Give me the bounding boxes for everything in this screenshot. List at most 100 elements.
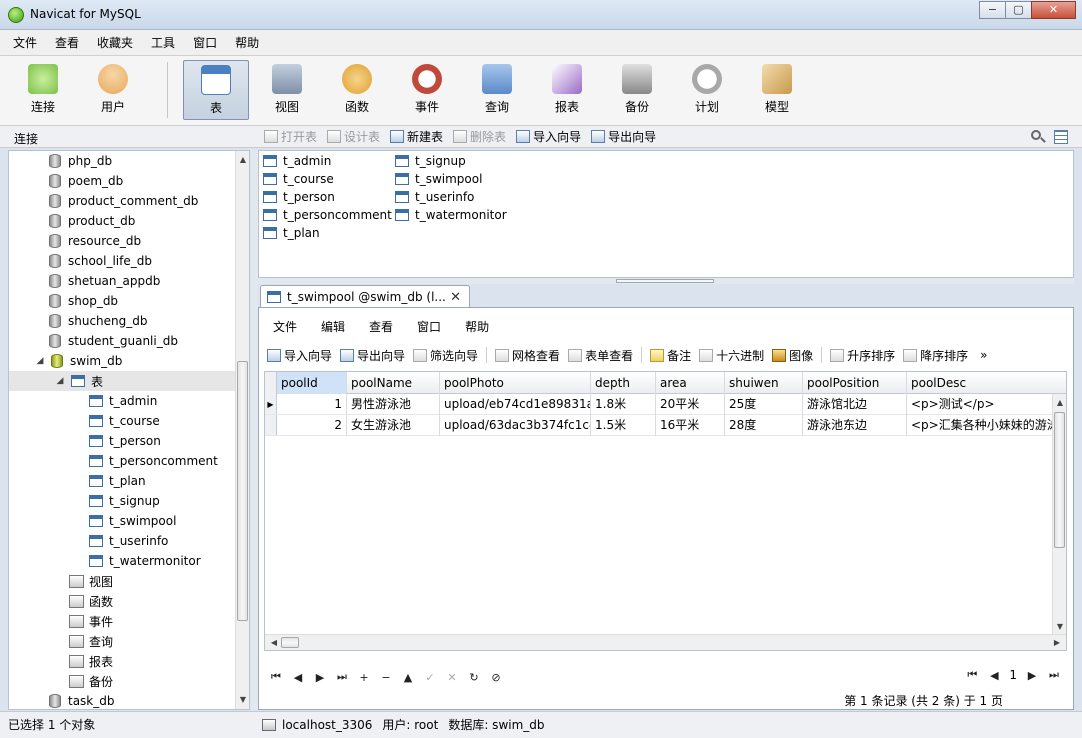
grid-view-icon[interactable] [1054, 130, 1068, 144]
tab-t_swimpool[interactable]: t_swimpool @swim_db (l... ✕ [260, 285, 470, 308]
tree-reports-node[interactable]: 报表 [69, 651, 249, 671]
next-record-button[interactable]: ▶ [309, 671, 331, 684]
memo-button[interactable]: 备注 [650, 347, 691, 364]
editor-menu-help[interactable]: 帮助 [453, 318, 501, 335]
tree-db-poem_db[interactable]: poem_db [49, 171, 249, 191]
cell-depth[interactable]: 1.5米 [591, 415, 656, 436]
tree-table-t_person[interactable]: t_person [89, 431, 249, 451]
editor-menu-edit[interactable]: 编辑 [309, 318, 357, 335]
tree-db-product_db[interactable]: product_db [49, 211, 249, 231]
grid-vertical-thumb[interactable] [1054, 412, 1065, 548]
object-t_person[interactable]: t_person [263, 188, 335, 206]
cell-poolPosition[interactable]: 游泳池东边 [803, 415, 907, 436]
stop-button[interactable]: ⊘ [485, 671, 507, 684]
delete-table-button[interactable]: 删除表 [453, 128, 506, 145]
scroll-up-icon[interactable]: ▲ [236, 153, 249, 167]
tree-db-shop_db[interactable]: shop_db [49, 291, 249, 311]
tree-db-resource_db[interactable]: resource_db [49, 231, 249, 251]
tree-db-shetuan_appdb[interactable]: shetuan_appdb [49, 271, 249, 291]
apply-changes-button[interactable]: ✓ [419, 671, 441, 684]
tree-table-t_plan[interactable]: t_plan [89, 471, 249, 491]
cell-poolId[interactable]: 1 [277, 394, 347, 415]
object-t_course[interactable]: t_course [263, 170, 334, 188]
sort-ascending-button[interactable]: 升序排序 [830, 347, 895, 364]
tree-table-t_swimpool[interactable]: t_swimpool [89, 511, 249, 531]
cell-area[interactable]: 16平米 [656, 415, 725, 436]
import-wizard-button[interactable]: 导入向导 [267, 347, 332, 364]
tree-views-node[interactable]: 视图 [69, 571, 249, 591]
column-header-poolName[interactable]: poolName [347, 372, 440, 394]
image-button[interactable]: 图像 [772, 347, 813, 364]
tree-table-t_watermonitor[interactable]: t_watermonitor [89, 551, 249, 571]
tree-table-t_signup[interactable]: t_signup [89, 491, 249, 511]
report-button[interactable]: 报表 [534, 60, 600, 120]
cell-shuiwen[interactable]: 28度 [725, 415, 803, 436]
maximize-button[interactable]: ▢ [1005, 1, 1032, 19]
backup-button[interactable]: 备份 [604, 60, 670, 120]
column-header-depth[interactable]: depth [591, 372, 656, 394]
menu-help[interactable]: 帮助 [226, 34, 268, 51]
collapse-arrow-icon[interactable]: ◢ [55, 376, 65, 386]
scroll-down-icon[interactable]: ▼ [236, 693, 249, 707]
delete-record-button[interactable]: − [375, 671, 397, 684]
refresh-button[interactable]: ↻ [463, 671, 485, 684]
design-table-button[interactable]: 设计表 [327, 128, 380, 145]
page-number[interactable]: 1 [1005, 668, 1021, 682]
discard-changes-button[interactable]: ✕ [441, 671, 463, 684]
new-table-button[interactable]: 新建表 [390, 128, 443, 145]
minimize-button[interactable]: − [979, 1, 1006, 19]
scroll-up-icon[interactable]: ▲ [1053, 396, 1066, 410]
toolbar-overflow-icon[interactable]: » [980, 348, 987, 362]
tree-scroll-thumb[interactable] [237, 361, 248, 621]
hex-button[interactable]: 十六进制 [699, 347, 764, 364]
tree-events-node[interactable]: 事件 [69, 611, 249, 631]
cell-poolPhoto[interactable]: upload/eb74cd1e89831a [440, 394, 591, 415]
first-record-button[interactable]: ⏮ [265, 670, 287, 684]
import-wizard-button[interactable]: 导入向导 [516, 128, 581, 145]
sort-descending-button[interactable]: 降序排序 [903, 347, 968, 364]
export-wizard-button[interactable]: 导出向导 [340, 347, 405, 364]
view-button[interactable]: 视图 [254, 60, 320, 120]
cell-poolPosition[interactable]: 游泳馆北边 [803, 394, 907, 415]
last-page-button[interactable]: ⏭ [1043, 668, 1065, 682]
object-t_personcomment[interactable]: t_personcomment [263, 206, 392, 224]
menu-view[interactable]: 查看 [46, 34, 88, 51]
edit-record-button[interactable]: ▲ [397, 671, 419, 684]
tree-db-school_life_db[interactable]: school_life_db [49, 251, 249, 271]
cell-depth[interactable]: 1.8米 [591, 394, 656, 415]
close-window-button[interactable]: ✕ [1031, 1, 1076, 19]
next-page-button[interactable]: ▶ [1021, 669, 1043, 682]
grid-horizontal-scrollbar[interactable]: ◀ ▶ [265, 634, 1066, 650]
menu-window[interactable]: 窗口 [184, 34, 226, 51]
previous-record-button[interactable]: ◀ [287, 671, 309, 684]
column-header-poolDesc[interactable]: poolDesc [907, 372, 1052, 394]
splitter-grip[interactable] [616, 279, 714, 283]
cell-poolPhoto[interactable]: upload/63dac3b374fc1c4 [440, 415, 591, 436]
object-t_userinfo[interactable]: t_userinfo [395, 188, 474, 206]
grid-vertical-scrollbar[interactable]: ▲ ▼ [1052, 394, 1066, 636]
menu-tools[interactable]: 工具 [142, 34, 184, 51]
grid-horizontal-thumb[interactable] [281, 637, 299, 648]
tree-functions-node[interactable]: 函数 [69, 591, 249, 611]
tree-table-t_admin[interactable]: t_admin [89, 391, 249, 411]
export-wizard-button[interactable]: 导出向导 [591, 128, 656, 145]
object-t_signup[interactable]: t_signup [395, 152, 466, 170]
collapse-arrow-icon[interactable]: ◢ [35, 356, 45, 366]
column-header-area[interactable]: area [656, 372, 725, 394]
tree-tables-node[interactable]: ◢ 表 [9, 371, 235, 391]
cell-poolDesc[interactable]: <p>汇集各种小妹妹的游泳 [907, 415, 1052, 436]
object-t_admin[interactable]: t_admin [263, 152, 331, 170]
cell-shuiwen[interactable]: 25度 [725, 394, 803, 415]
filter-wizard-button[interactable]: 筛选向导 [413, 347, 478, 364]
cell-poolId[interactable]: 2 [277, 415, 347, 436]
object-t_swimpool[interactable]: t_swimpool [395, 170, 482, 188]
tree-db-php_db[interactable]: php_db [49, 151, 249, 171]
first-page-button[interactable]: ⏮ [961, 668, 983, 682]
form-view-button[interactable]: 表单查看 [568, 347, 633, 364]
menu-file[interactable]: 文件 [4, 34, 46, 51]
column-header-poolId[interactable]: poolId [277, 372, 347, 394]
event-button[interactable]: 事件 [394, 60, 460, 120]
cell-area[interactable]: 20平米 [656, 394, 725, 415]
table-button[interactable]: 表 [183, 60, 249, 120]
tree-scrollbar[interactable]: ▲ ▼ [235, 151, 249, 709]
